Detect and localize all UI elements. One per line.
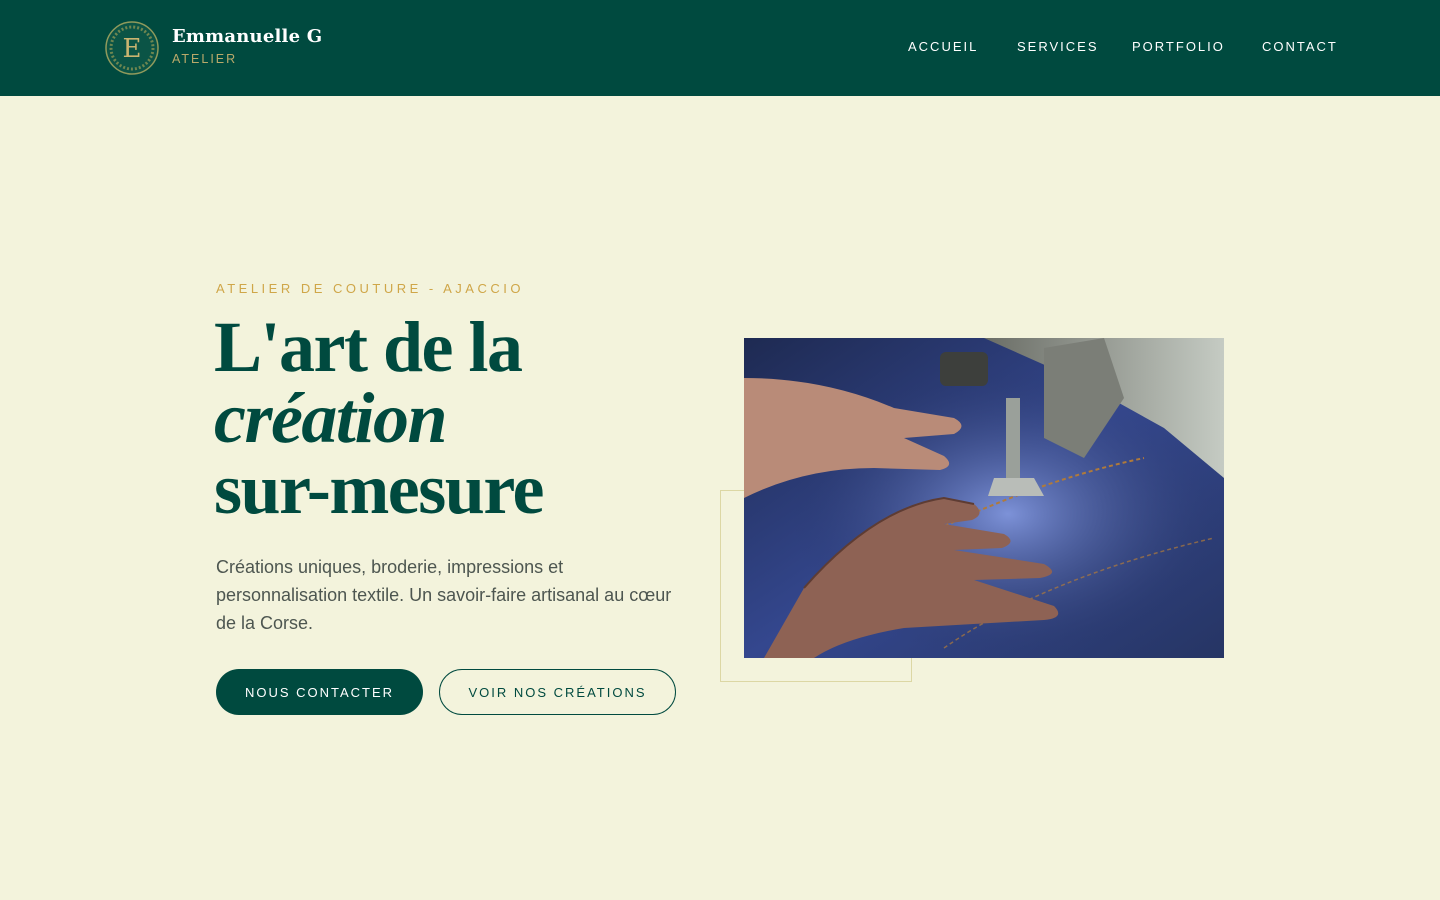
headline-line-3: sur-mesure <box>214 449 544 529</box>
hero-eyebrow: ATELIER DE COUTURE - AJACCIO <box>216 281 524 296</box>
hero-headline: L'art de la création sur-mesure <box>214 307 544 529</box>
main-nav: ACCUEIL SERVICES PORTFOLIO CONTACT <box>0 39 1440 59</box>
nav-item-contact[interactable]: CONTACT <box>1262 39 1338 54</box>
hero-photo-sewing <box>744 338 1224 658</box>
contact-button[interactable]: NOUS CONTACTER <box>216 669 423 715</box>
headline-line-1: L'art de la <box>214 307 523 387</box>
nav-item-services[interactable]: SERVICES <box>1017 39 1099 54</box>
sewing-machine-illustration <box>744 338 1224 658</box>
view-creations-button[interactable]: VOIR NOS CRÉATIONS <box>439 669 676 715</box>
hero-lead: Créations uniques, broderie, impressions… <box>216 557 672 633</box>
site-header: E Emmanuelle G ATELIER ACCUEIL SERVICES … <box>0 0 1440 96</box>
headline-line-2: création <box>214 378 447 458</box>
nav-item-portfolio[interactable]: PORTFOLIO <box>1132 39 1225 54</box>
nav-item-accueil[interactable]: ACCUEIL <box>908 39 978 54</box>
